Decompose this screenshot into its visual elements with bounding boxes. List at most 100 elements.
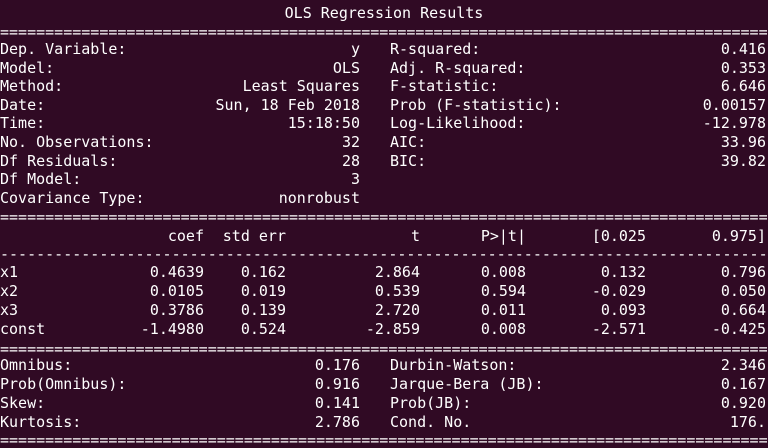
table-row: const -1.4980 0.524 -2.859 0.008 -2.571 -0.425: [0, 320, 768, 339]
summary-value: 39.82: [720, 152, 766, 170]
pvalue-value: 0.008: [480, 320, 526, 338]
summary-value: Sun, 18 Feb 2018: [215, 96, 361, 114]
summary-label: R-squared:: [390, 40, 481, 58]
summary-row: Time: 15:18:50 Log-Likelihood: -12.978: [0, 114, 768, 133]
summary-row: Model: OLS Adj. R-squared: 0.353: [0, 59, 768, 78]
ci-upper-header: 0.975]: [711, 227, 766, 245]
diagnostic-row: Omnibus: 0.176 Durbin-Watson: 2.346: [0, 356, 768, 375]
table-row: x1 0.4639 0.162 2.864 0.008 0.132 0.796: [0, 263, 768, 282]
summary-value: 15:18:50: [287, 114, 360, 132]
summary-label: AIC:: [390, 133, 427, 151]
diagnostic-label: Omnibus:: [0, 356, 73, 374]
summary-value: 32: [341, 133, 360, 151]
diagnostic-value: 0.916: [314, 375, 360, 393]
summary-label: Log-Likelihood:: [390, 114, 526, 132]
summary-value: y: [350, 40, 360, 58]
diagnostic-value: 0.167: [720, 375, 766, 393]
summary-row: Date: Sun, 18 Feb 2018 Prob (F-statistic):…: [0, 96, 768, 115]
summary-value: 0.353: [720, 59, 766, 77]
diagnostic-label: Skew:: [0, 394, 46, 412]
summary-label: F-statistic:: [390, 77, 499, 95]
stderr-value: 0.019: [240, 282, 286, 300]
diagnostic-value: 0.176: [314, 356, 360, 374]
ci-upper-value: 0.664: [720, 301, 766, 319]
summary-label: Adj. R-squared:: [390, 59, 526, 77]
diagnostic-label: Kurtosis:: [0, 413, 82, 431]
diagnostic-row: Prob(Omnibus): 0.916 Jarque-Bera (JB): 0.16…: [0, 375, 768, 394]
variable-name: x1: [0, 263, 19, 281]
ci-lower-value: 0.132: [600, 263, 646, 281]
t-value: 0.539: [374, 282, 420, 300]
diagnostic-label: Cond. No.: [390, 413, 472, 431]
summary-label: Dep. Variable:: [0, 40, 127, 58]
summary-value: OLS: [332, 59, 360, 77]
ci-upper-value: -0.425: [711, 320, 766, 338]
diagnostic-label: Jarque-Bera (JB):: [390, 375, 544, 393]
summary-label: Method:: [0, 77, 64, 95]
summary-row: Df Model: 3: [0, 170, 768, 189]
summary-label: Df Model:: [0, 170, 82, 188]
summary-value: -12.978: [702, 114, 766, 132]
summary-value: 3: [350, 170, 360, 188]
summary-value: Least Squares: [242, 77, 360, 95]
summary-label: Prob (F-statistic):: [390, 96, 562, 114]
t-header: t: [410, 227, 420, 245]
single-rule: ----------------------------------------…: [0, 245, 768, 263]
ci-upper-value: 0.050: [720, 282, 766, 300]
coef-value: 0.0105: [149, 282, 204, 300]
stderr-value: 0.139: [240, 301, 286, 319]
t-value: -2.859: [365, 320, 420, 338]
ci-lower-value: -0.029: [591, 282, 646, 300]
diagnostic-value: 2.346: [720, 356, 766, 374]
double-rule: ========================================…: [0, 208, 768, 226]
diagnostic-label: Durbin-Watson:: [390, 356, 517, 374]
diagnostic-row: Skew: 0.141 Prob(JB): 0.920: [0, 394, 768, 413]
summary-label: Covariance Type:: [0, 189, 145, 207]
diagnostic-label: Prob(Omnibus):: [0, 375, 127, 393]
t-value: 2.864: [374, 263, 420, 281]
diagnostic-value: 176.: [729, 413, 766, 431]
diagnostic-value: 0.920: [720, 394, 766, 412]
variable-name: const: [0, 320, 46, 338]
pvalue-value: 0.011: [480, 301, 526, 319]
summary-label: No. Observations:: [0, 133, 154, 151]
summary-row: Method: Least Squares F-statistic: 6.646: [0, 77, 768, 96]
summary-label: Time:: [0, 114, 46, 132]
variable-name: x3: [0, 301, 19, 319]
diagnostic-label: Prob(JB):: [390, 394, 472, 412]
ci-lower-header: [0.025: [591, 227, 646, 245]
coef-header: coef: [167, 227, 204, 245]
diagnostic-value: 0.141: [314, 394, 360, 412]
summary-label: Model:: [0, 59, 55, 77]
table-row: x2 0.0105 0.019 0.539 0.594 -0.029 0.050: [0, 282, 768, 301]
diagnostic-value: 2.786: [314, 413, 360, 431]
ci-upper-value: 0.796: [720, 263, 766, 281]
summary-value: 0.416: [720, 40, 766, 58]
pvalue-header: P>|t|: [480, 227, 526, 245]
summary-value: 0.00157: [702, 96, 766, 114]
stderr-value: 0.162: [240, 263, 286, 281]
table-row: x3 0.3786 0.139 2.720 0.011 0.093 0.664: [0, 301, 768, 320]
variable-name: x2: [0, 282, 19, 300]
pvalue-value: 0.594: [480, 282, 526, 300]
double-rule: ========================================…: [0, 431, 768, 448]
stderr-header: std err: [222, 227, 286, 245]
coef-value: -1.4980: [140, 320, 204, 338]
results-title: OLS Regression Results: [284, 4, 484, 22]
summary-row: Df Residuals: 28 BIC: 39.82: [0, 152, 768, 171]
summary-value: 33.96: [720, 133, 766, 151]
summary-label: Date:: [0, 96, 46, 114]
summary-value: 6.646: [720, 77, 766, 95]
summary-row: No. Observations: 32 AIC: 33.96: [0, 133, 768, 152]
pvalue-value: 0.008: [480, 263, 526, 281]
diagnostic-row: Kurtosis: 2.786 Cond. No. 176.: [0, 413, 768, 432]
terminal-window: OLS Regression Results =================…: [0, 0, 768, 448]
coef-value: 0.4639: [149, 263, 204, 281]
ci-lower-value: 0.093: [600, 301, 646, 319]
stderr-value: 0.524: [240, 320, 286, 338]
t-value: 2.720: [374, 301, 420, 319]
summary-row: Dep. Variable: y R-squared: 0.416: [0, 40, 768, 59]
summary-value: 28: [341, 152, 360, 170]
coef-header-row: coef std err t P>|t| [0.025 0.975]: [0, 227, 768, 246]
ci-lower-value: -2.571: [591, 320, 646, 338]
